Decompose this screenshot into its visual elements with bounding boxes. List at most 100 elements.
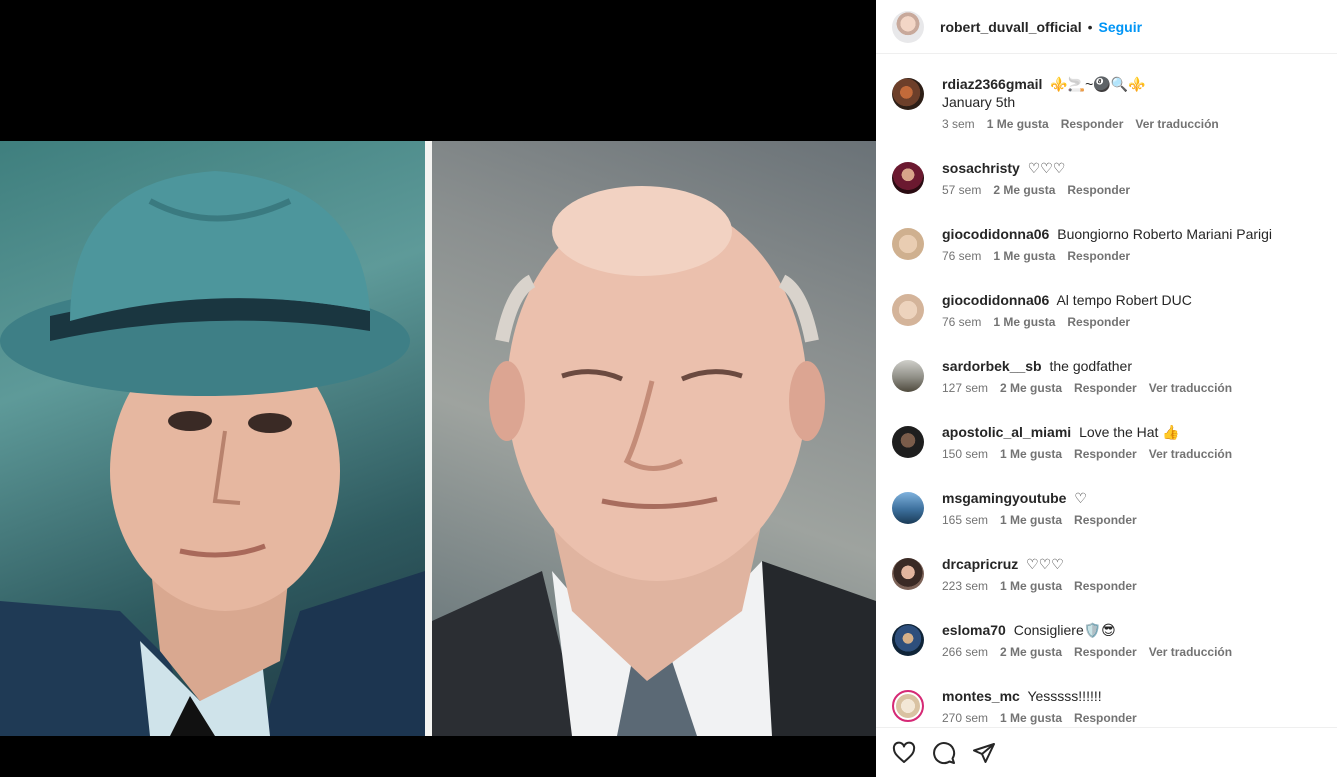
commenter-avatar[interactable] [892,360,924,392]
comment-likes[interactable]: 1 Me gusta [993,315,1055,329]
comment-line: sosachristy ♡♡♡ [942,159,1142,177]
commenter-avatar[interactable] [892,162,924,194]
comment-age[interactable]: 76 sem [942,249,981,263]
comment-meta: 57 sem 2 Me gusta Responder [942,183,1142,197]
comment-meta: 127 sem 2 Me gusta Responder Ver traducc… [942,381,1244,395]
follow-button[interactable]: Seguir [1099,19,1143,35]
comment-username[interactable]: esloma70 [942,622,1006,638]
reply-button[interactable]: Responder [1074,381,1137,395]
post-media[interactable] [0,0,876,777]
commenter-avatar[interactable] [892,624,924,656]
comment-item: msgamingyoutube ♡ 165 sem 1 Me gusta Res… [892,489,1332,527]
commenter-avatar[interactable] [892,426,924,458]
comment-text: Consigliere🛡️😎 [1013,622,1116,638]
comment-text: the godfather [1049,358,1133,374]
translate-button[interactable]: Ver traducción [1149,645,1232,659]
commenter-avatar-story-ring[interactable] [892,690,924,722]
comment-item: sosachristy ♡♡♡ 57 sem 2 Me gusta Respon… [892,159,1332,197]
comment-username[interactable]: rdiaz2366gmail [942,76,1042,92]
comment-bubble-icon[interactable] [932,741,956,765]
commenter-avatar[interactable] [892,228,924,260]
reply-button[interactable]: Responder [1074,579,1137,593]
comment-username[interactable]: msgamingyoutube [942,490,1066,506]
comment-text: Love the Hat 👍 [1079,424,1180,440]
comment-age[interactable]: 57 sem [942,183,981,197]
comment-item: rdiaz2366gmail ⚜️🚬~🎱🔍⚜️ January 5th 3 se… [892,75,1332,131]
comment-likes[interactable]: 2 Me gusta [993,183,1055,197]
commenter-avatar[interactable] [892,558,924,590]
comment-likes[interactable]: 2 Me gusta [1000,645,1062,659]
paper-plane-icon[interactable] [972,741,996,765]
comment-username[interactable]: giocodidonna06 [942,226,1049,242]
comment-body: drcapricruz ♡♡♡ 223 sem 1 Me gusta Respo… [942,555,1149,593]
comment-line: esloma70 Consigliere🛡️😎 [942,621,1244,639]
comment-age[interactable]: 150 sem [942,447,988,461]
reply-button[interactable]: Responder [1074,447,1137,461]
comment-meta: 165 sem 1 Me gusta Responder [942,513,1149,527]
comment-meta: 76 sem 1 Me gusta Responder [942,315,1192,329]
comment-username[interactable]: giocodidonna06 [942,292,1049,308]
comment-text: Buongiorno Roberto Mariani Parigi [1057,226,1273,242]
comment-username[interactable]: sardorbek__sb [942,358,1042,374]
comment-likes[interactable]: 1 Me gusta [1000,711,1062,725]
comment-item: giocodidonna06 Al tempo Robert DUC 76 se… [892,291,1332,329]
comment-body: esloma70 Consigliere🛡️😎 266 sem 2 Me gus… [942,621,1244,659]
reply-button[interactable]: Responder [1067,249,1130,263]
comment-text: ♡♡♡ [1027,160,1066,176]
reply-button[interactable]: Responder [1074,513,1137,527]
comment-text: Al tempo Robert DUC [1056,292,1192,308]
reply-button[interactable]: Responder [1067,183,1130,197]
comment-age[interactable]: 127 sem [942,381,988,395]
comment-likes[interactable]: 1 Me gusta [1000,447,1062,461]
commenter-avatar[interactable] [892,78,924,110]
heart-outline-icon[interactable] [892,741,916,765]
reply-button[interactable]: Responder [1061,117,1124,131]
post-side-panel: robert_duvall_official • Seguir rdiaz236… [876,0,1337,777]
comment-meta: 3 sem 1 Me gusta Responder Ver traducció… [942,117,1231,131]
comment-age[interactable]: 266 sem [942,645,988,659]
reply-button[interactable]: Responder [1067,315,1130,329]
comment-age[interactable]: 165 sem [942,513,988,527]
owner-username[interactable]: robert_duvall_official [940,19,1082,35]
reply-button[interactable]: Responder [1074,645,1137,659]
comment-age[interactable]: 223 sem [942,579,988,593]
comment-text: ♡ [1074,490,1087,506]
comment-line: apostolic_al_miami Love the Hat 👍 [942,423,1244,441]
comment-likes[interactable]: 1 Me gusta [1000,579,1062,593]
comments-list[interactable]: rdiaz2366gmail ⚜️🚬~🎱🔍⚜️ January 5th 3 se… [876,55,1337,727]
comment-likes[interactable]: 1 Me gusta [993,249,1055,263]
comment-username[interactable]: montes_mc [942,688,1020,704]
comment-body: msgamingyoutube ♡ 165 sem 1 Me gusta Res… [942,489,1149,527]
comment-line: giocodidonna06 Buongiorno Roberto Marian… [942,225,1272,243]
comment-username[interactable]: apostolic_al_miami [942,424,1071,440]
owner-avatar[interactable] [892,10,924,43]
comment-body: sardorbek__sb the godfather 127 sem 2 Me… [942,357,1244,395]
comment-body: giocodidonna06 Buongiorno Roberto Marian… [942,225,1272,263]
translate-button[interactable]: Ver traducción [1149,447,1232,461]
post-header: robert_duvall_official • Seguir [876,0,1337,54]
comment-likes[interactable]: 1 Me gusta [987,117,1049,131]
commenter-avatar[interactable] [892,492,924,524]
comment-line: drcapricruz ♡♡♡ [942,555,1149,573]
comment-age[interactable]: 270 sem [942,711,988,725]
reply-button[interactable]: Responder [1074,711,1137,725]
comment-likes[interactable]: 1 Me gusta [1000,513,1062,527]
photo-young-man-in-fedora [0,141,425,736]
comment-meta: 266 sem 2 Me gusta Responder Ver traducc… [942,645,1244,659]
comment-body: sosachristy ♡♡♡ 57 sem 2 Me gusta Respon… [942,159,1142,197]
photo-older-man-in-suit [432,141,876,736]
comment-age[interactable]: 76 sem [942,315,981,329]
comment-line: giocodidonna06 Al tempo Robert DUC [942,291,1192,309]
comment-username[interactable]: sosachristy [942,160,1020,176]
comment-likes[interactable]: 2 Me gusta [1000,381,1062,395]
post-actions-bar [876,727,1337,777]
comment-line: msgamingyoutube ♡ [942,489,1149,507]
commenter-avatar[interactable] [892,294,924,326]
translate-button[interactable]: Ver traducción [1135,117,1218,131]
comment-username[interactable]: drcapricruz [942,556,1018,572]
comment-body: giocodidonna06 Al tempo Robert DUC 76 se… [942,291,1192,329]
translate-button[interactable]: Ver traducción [1149,381,1232,395]
comment-age[interactable]: 3 sem [942,117,975,131]
comment-body: montes_mc Yesssss!!!!!! 270 sem 1 Me gus… [942,687,1149,725]
comment-line: rdiaz2366gmail ⚜️🚬~🎱🔍⚜️ January 5th [942,75,1231,111]
